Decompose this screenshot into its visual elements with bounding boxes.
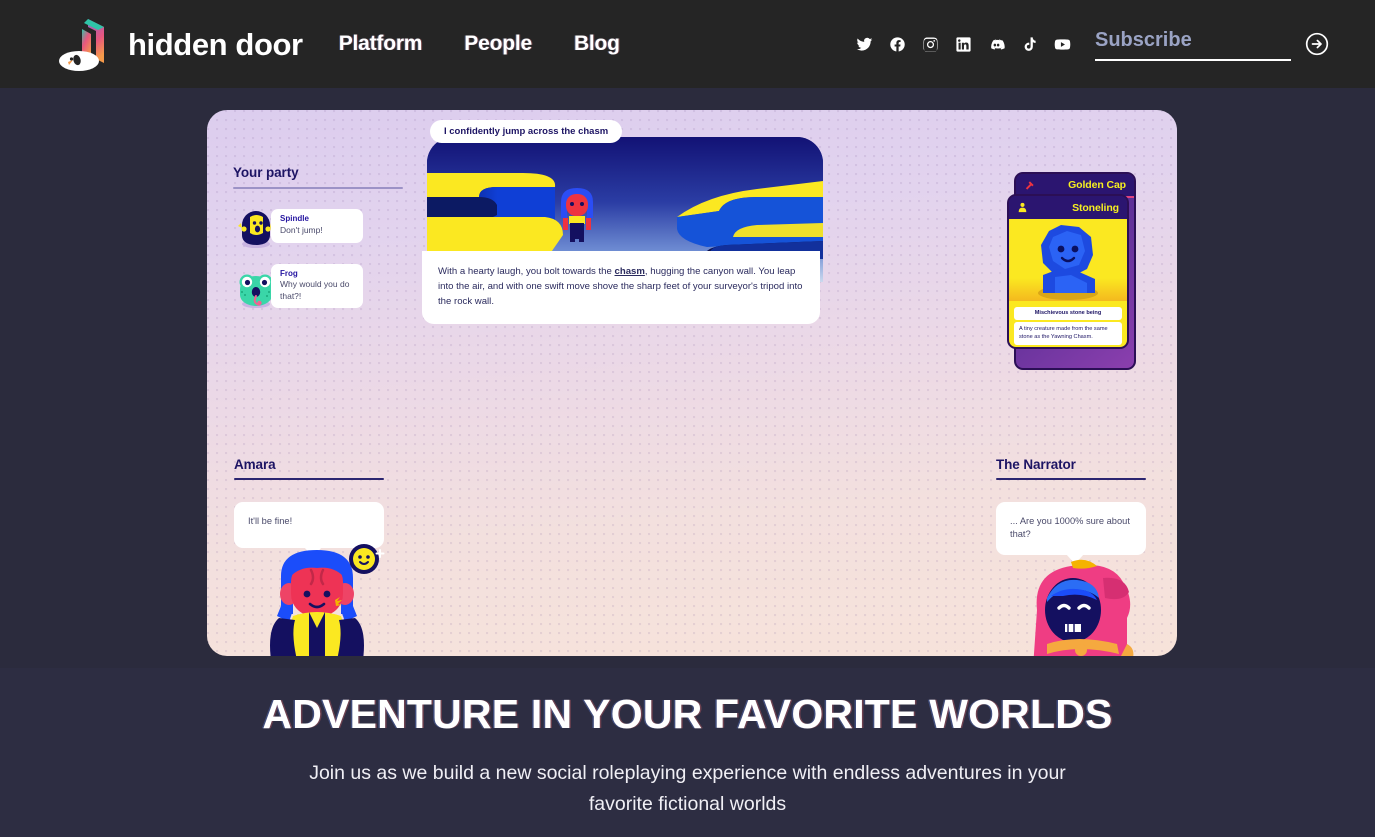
amara-title: Amara	[234, 457, 276, 472]
hammer-icon	[1025, 180, 1034, 190]
your-party-panel: Your party Spindle Don't jump! Frog Why …	[233, 165, 403, 309]
youtube-icon[interactable]	[1054, 36, 1071, 53]
amara-rule	[234, 478, 384, 480]
narrator-character-art	[1033, 559, 1134, 656]
blue-stone-creature-icon	[1038, 225, 1098, 300]
header-right	[856, 27, 1329, 61]
nav-link-people[interactable]: People	[464, 32, 532, 56]
linkedin-icon[interactable]	[955, 36, 972, 53]
party-message-frog: Why would you do that?!	[280, 279, 350, 301]
instagram-icon[interactable]	[922, 36, 939, 53]
party-name-spindle: Spindle	[280, 214, 309, 224]
person-icon	[1018, 202, 1027, 213]
narration-keyword[interactable]: chasm	[615, 266, 645, 277]
site-header: hidden door Platform People Blog	[0, 0, 1375, 88]
card-stoneling-header: Stoneling	[1009, 196, 1127, 219]
tiktok-icon[interactable]	[1021, 36, 1038, 53]
narrator-title: The Narrator	[996, 457, 1076, 472]
party-bubble-spindle: Spindle Don't jump!	[271, 209, 363, 243]
card-stoneling-title: Stoneling	[1072, 201, 1119, 214]
card-trait: Mischievous stone being	[1014, 306, 1122, 320]
narrator-speech-bubble: ... Are you 1000% sure about that?	[996, 502, 1146, 564]
character-card-stack: Golden Cap Stoneling Mischievous stone b…	[1007, 172, 1137, 387]
narrator-panel: The Narrator ... Are you 1000% sure abou…	[996, 457, 1146, 564]
card-stoneling[interactable]: Stoneling Mischievous stone being A tiny…	[1007, 194, 1129, 349]
party-member-spindle: Spindle Don't jump!	[233, 203, 403, 249]
smiley-badge-icon	[349, 544, 385, 574]
brand-logo[interactable]: hidden door	[58, 15, 303, 73]
party-message-spindle: Don't jump!	[280, 225, 323, 236]
discord-icon[interactable]	[988, 36, 1005, 53]
narration-before: With a hearty laugh, you bolt towards th…	[438, 266, 615, 277]
subscribe-input[interactable]	[1095, 27, 1291, 61]
nav-link-platform[interactable]: Platform	[339, 32, 423, 56]
arrow-right-circle-icon[interactable]	[1305, 32, 1329, 56]
narration-text: With a hearty laugh, you bolt towards th…	[422, 251, 820, 325]
party-member-frog: Frog Why would you do that?!	[233, 263, 403, 309]
your-party-title: Your party	[233, 165, 299, 180]
social-links	[856, 36, 1071, 53]
player-action-chip: I confidently jump across the chasm	[430, 120, 623, 143]
card-stoneling-traits: Mischievous stone being A tiny creature …	[1009, 301, 1127, 349]
party-bubble-frog: Frog Why would you do that?!	[271, 263, 363, 309]
facebook-icon[interactable]	[889, 36, 906, 53]
page-headline: ADVENTURE IN YOUR FAVORITE WORLDS	[262, 691, 1113, 737]
card-stoneling-art	[1009, 219, 1127, 301]
hidden-door-logo-icon	[59, 19, 104, 71]
page-subheading: Join us as we build a new social rolepla…	[309, 762, 1066, 816]
your-party-rule	[233, 187, 403, 189]
card-trait-description: A tiny creature made from the same stone…	[1014, 322, 1122, 345]
card-golden-cap-title: Golden Cap	[1068, 179, 1126, 191]
subscribe-form	[1095, 27, 1329, 61]
hero-section: Your party Spindle Don't jump! Frog Why …	[0, 88, 1375, 668]
main-nav: Platform People Blog	[339, 32, 620, 56]
gameplay-preview-card: Your party Spindle Don't jump! Frog Why …	[207, 110, 1177, 656]
nav-link-blog[interactable]: Blog	[574, 32, 620, 56]
card-trait: Feeble little creature	[1014, 347, 1122, 349]
twitter-icon[interactable]	[856, 36, 873, 53]
party-name-frog: Frog	[280, 268, 298, 278]
narrator-rule	[996, 478, 1146, 480]
amara-panel: Amara It'll be fine!	[234, 457, 384, 557]
hero-copy-section: ADVENTURE IN YOUR FAVORITE WORLDS Join u…	[0, 668, 1375, 837]
brand-name: hidden door	[128, 26, 303, 62]
